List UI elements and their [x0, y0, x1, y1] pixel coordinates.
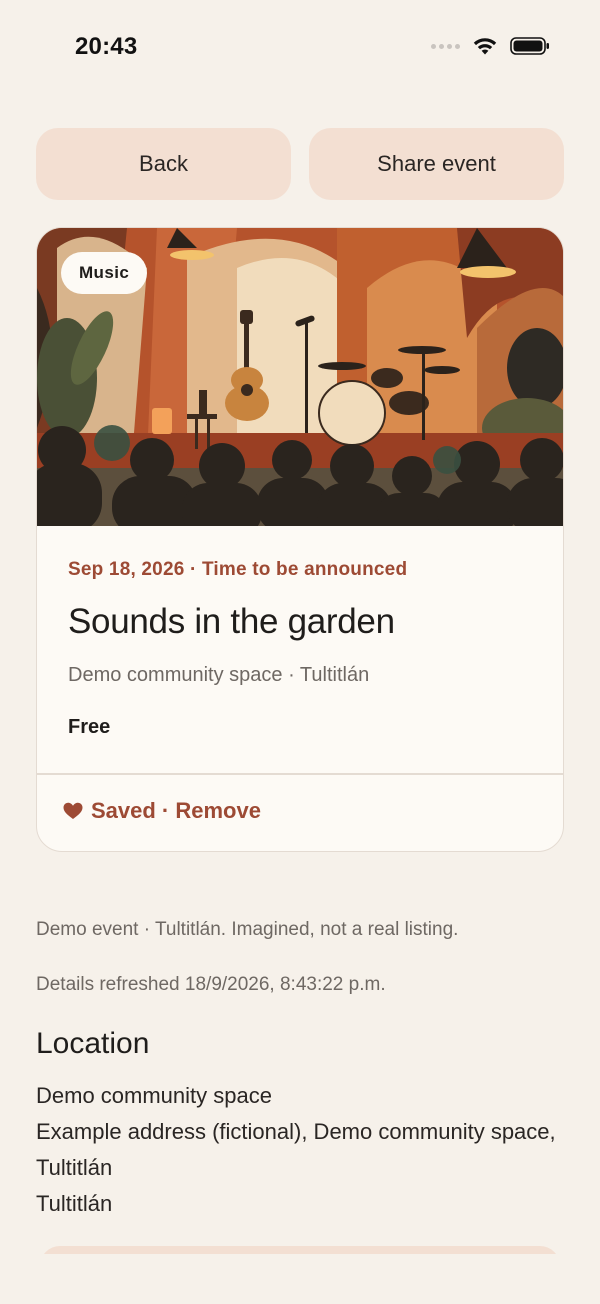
- location-line: Demo community space: [36, 1083, 272, 1108]
- location-address: Demo community space Example address (fi…: [36, 1078, 556, 1222]
- location-heading: Location: [36, 1027, 150, 1060]
- back-button[interactable]: Back: [36, 128, 291, 200]
- event-venue: Demo community space · Tultitlán: [68, 664, 370, 686]
- event-card: Music Sep 18, 2026 · Time to be announce…: [36, 227, 564, 852]
- cellular-signal-icon: [431, 43, 460, 49]
- card-divider: [37, 773, 563, 775]
- demo-disclaimer: Demo event · Tultitlán. Imagined, not a …: [36, 919, 459, 940]
- status-bar: 20:43: [0, 0, 600, 96]
- status-icons: [431, 36, 550, 56]
- event-price: Free: [68, 716, 111, 738]
- location-line: Example address (fictional), Demo commun…: [36, 1119, 556, 1180]
- saved-remove-button[interactable]: Saved · Remove: [63, 798, 261, 824]
- wifi-icon: [473, 38, 497, 55]
- event-hero-image: Music: [37, 228, 563, 526]
- heart-icon: [63, 802, 83, 819]
- status-time: 20:43: [75, 33, 138, 60]
- saved-remove-label: Saved · Remove: [91, 798, 261, 823]
- share-event-button[interactable]: Share event: [309, 128, 564, 200]
- event-datetime: Sep 18, 2026 · Time to be announced: [68, 559, 408, 580]
- refreshed-timestamp: Details refreshed 18/9/2026, 8:43:22 p.m…: [36, 974, 386, 995]
- battery-icon: [510, 37, 549, 55]
- location-line: Tultitlán: [36, 1191, 113, 1216]
- event-title: Sounds in the garden: [68, 602, 395, 641]
- next-section-button[interactable]: [40, 1246, 560, 1254]
- top-action-bar: Back Share event: [36, 128, 564, 200]
- category-badge: Music: [61, 252, 148, 294]
